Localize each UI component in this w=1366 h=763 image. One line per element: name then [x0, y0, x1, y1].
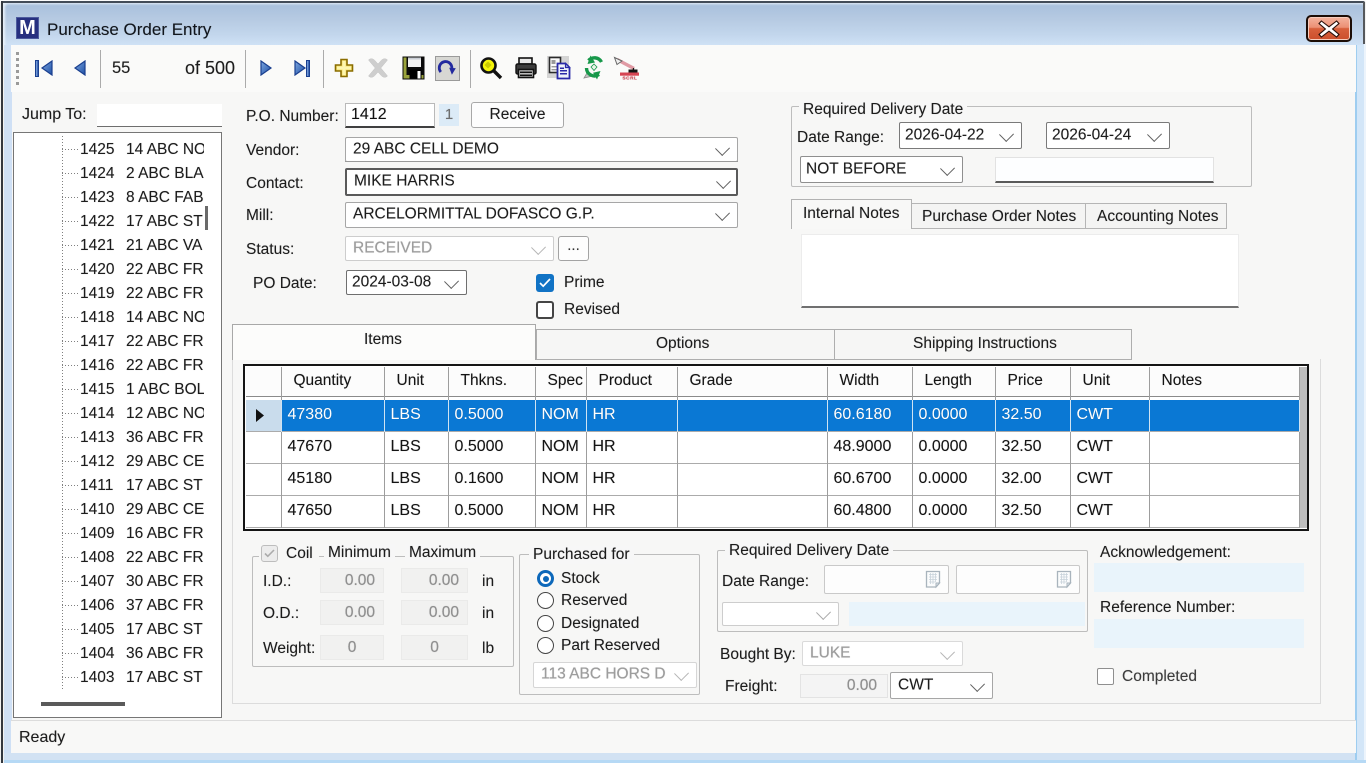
svg-text:SCRL: SCRL: [623, 75, 638, 80]
